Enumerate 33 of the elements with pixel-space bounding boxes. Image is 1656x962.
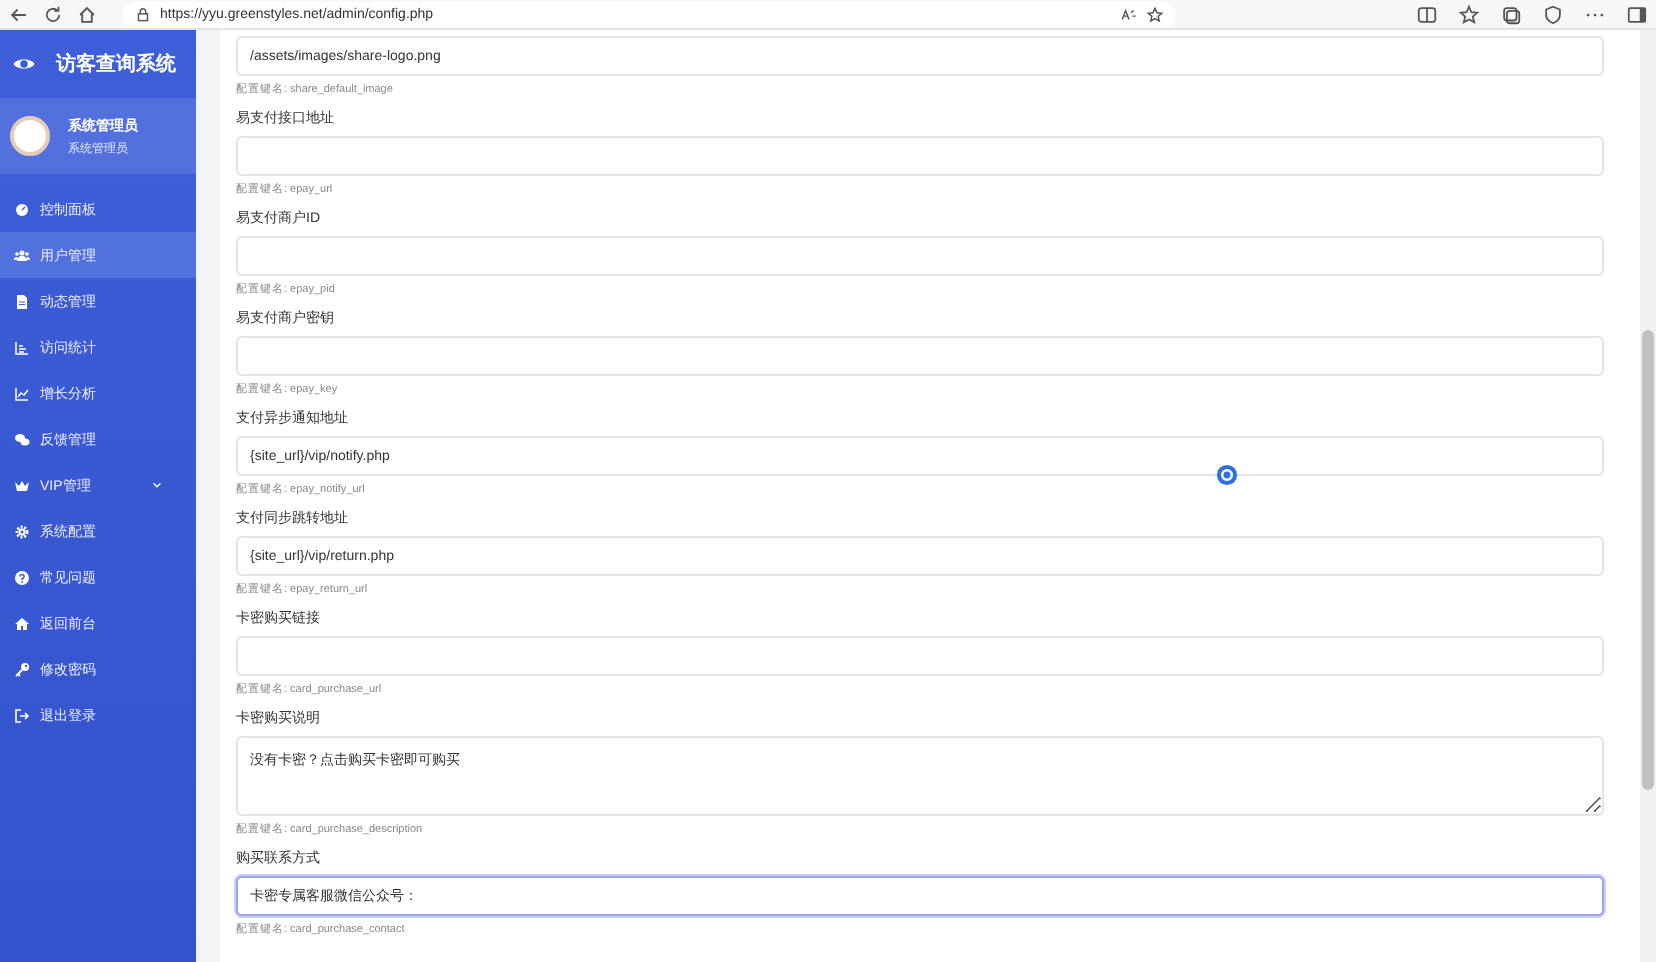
input-field[interactable] <box>236 136 1604 176</box>
favorites-icon[interactable] <box>1458 3 1480 25</box>
crown-icon <box>14 477 30 493</box>
chevron-down-icon <box>150 478 164 492</box>
reload-icon[interactable] <box>42 3 64 25</box>
logout-icon <box>14 707 30 723</box>
users-icon <box>14 247 30 263</box>
lock-icon <box>134 5 152 23</box>
key-icon <box>14 661 30 677</box>
scrollbar[interactable] <box>1640 30 1656 962</box>
sidebar-toggle-icon[interactable] <box>1626 3 1648 25</box>
shield-icon[interactable] <box>1542 3 1564 25</box>
star-icon[interactable] <box>1146 5 1164 23</box>
back-arrow-icon[interactable] <box>8 3 30 25</box>
gauge-icon <box>14 201 30 217</box>
brand-title: 访客查询系统 <box>56 50 176 78</box>
line-chart-icon <box>14 385 30 401</box>
collections-icon[interactable] <box>1500 3 1522 25</box>
input-field[interactable] <box>236 636 1604 676</box>
question-icon <box>14 569 30 585</box>
bar-chart-icon <box>14 339 30 355</box>
scrollbar-thumb[interactable] <box>1642 330 1654 790</box>
split-screen-icon[interactable] <box>1416 3 1438 25</box>
input-field[interactable] <box>236 336 1604 376</box>
read-aloud-icon[interactable] <box>1120 5 1138 23</box>
chat-bubbles-icon <box>14 431 30 447</box>
input-field[interactable] <box>236 236 1604 276</box>
document-icon <box>14 293 30 309</box>
home-icon <box>14 615 30 631</box>
settings-icon <box>14 523 30 539</box>
loading-spinner-icon <box>1216 464 1238 486</box>
avatar <box>10 116 50 156</box>
home-icon[interactable] <box>76 3 98 25</box>
